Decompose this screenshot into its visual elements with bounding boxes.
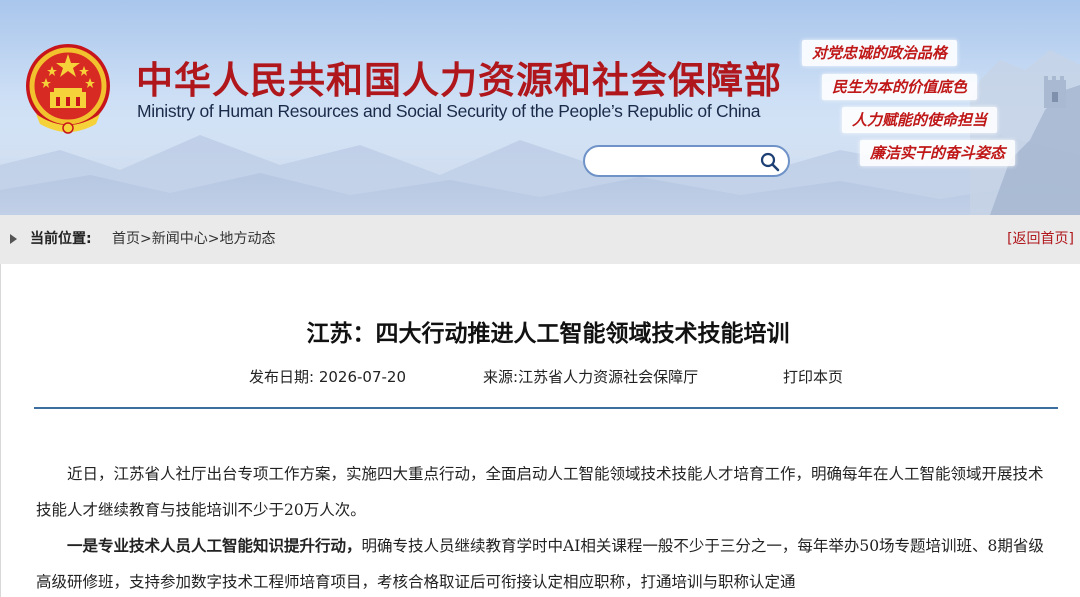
source-value: 江苏省人力资源社会保障厅 bbox=[518, 368, 699, 386]
slogan-2: 民生为本的价值底色 bbox=[822, 74, 978, 100]
title-divider bbox=[34, 407, 1058, 409]
slogan-3: 人力赋能的使命担当 bbox=[842, 107, 998, 133]
article: 江苏：四大行动推进人工智能领域技术技能培训 发布日期: 2026-07-20 来… bbox=[0, 264, 1080, 597]
breadcrumb-label: 当前位置: bbox=[30, 231, 92, 247]
print-page-link[interactable]: 打印本页 bbox=[783, 366, 843, 387]
site-title-en: Ministry of Human Resources and Social S… bbox=[137, 101, 761, 121]
breadcrumb-bar: 当前位置: 首页>新闻中心>地方动态 [返回首页] bbox=[0, 215, 1080, 264]
triangle-right-icon bbox=[10, 234, 17, 244]
date-value: 2026-07-20 bbox=[318, 368, 407, 386]
article-title: 江苏：四大行动推进人工智能领域技术技能培训 bbox=[306, 321, 790, 347]
breadcrumb-home-link[interactable]: 首页 bbox=[112, 231, 140, 247]
national-emblem-icon bbox=[26, 44, 110, 134]
publish-date: 发布日期: 2026-07-20 bbox=[249, 366, 406, 387]
search-icon[interactable] bbox=[760, 152, 780, 172]
breadcrumb-separator: > bbox=[140, 231, 152, 247]
paragraph-2: 一是专业技术人员人工智能知识提升行动，明确专技人员继续教育学时中AI相关课程一般… bbox=[36, 528, 1051, 597]
breadcrumb-local-news-link[interactable]: 地方动态 bbox=[219, 231, 275, 247]
source-label: 来源: bbox=[483, 368, 519, 386]
article-source: 来源:江苏省人力资源社会保障厅 bbox=[483, 366, 698, 387]
slogan-4: 廉洁实干的奋斗姿态 bbox=[860, 140, 1016, 166]
search-input[interactable] bbox=[597, 152, 757, 172]
back-home-link[interactable]: [返回首页] bbox=[1007, 215, 1074, 264]
breadcrumb: 首页>新闻中心>地方动态 bbox=[112, 215, 275, 264]
date-label: 发布日期: bbox=[249, 368, 315, 386]
header-banner: 中华人民共和国人力资源和社会保障部 Ministry of Human Reso… bbox=[0, 0, 1080, 215]
site-title-cn: 中华人民共和国人力资源和社会保障部 bbox=[136, 59, 782, 102]
paragraph-1: 近日，江苏省人社厅出台专项工作方案，实施四大重点行动，全面启动人工智能领域技术技… bbox=[36, 465, 1044, 519]
slogan-1: 对党忠诚的政治品格 bbox=[802, 40, 958, 66]
breadcrumb-separator: > bbox=[207, 231, 220, 247]
article-body: 近日，江苏省人社厅出台专项工作方案，实施四大重点行动，全面启动人工智能领域技术技… bbox=[36, 456, 1051, 597]
breadcrumb-news-link[interactable]: 新闻中心 bbox=[152, 231, 208, 247]
slogan-group: 对党忠诚的政治品格 民生为本的价值底色 人力赋能的使命担当 廉洁实干的奋斗姿态 bbox=[800, 40, 1060, 175]
search-box[interactable] bbox=[583, 145, 790, 177]
paragraph-2-heading: 一是专业技术人员人工智能知识提升行动， bbox=[67, 536, 362, 555]
